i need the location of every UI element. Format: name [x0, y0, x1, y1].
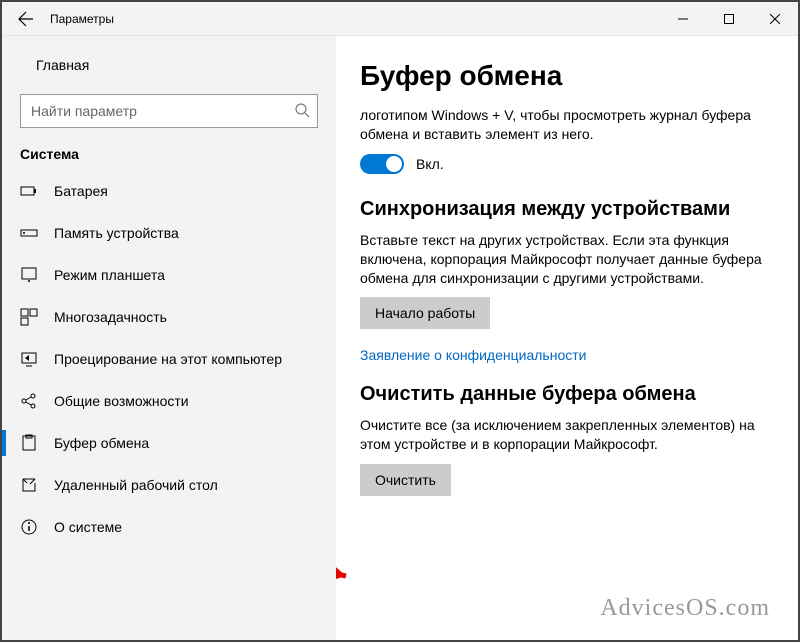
sidebar-item-label: Общие возможности — [54, 393, 189, 409]
battery-icon — [20, 182, 38, 200]
sync-description: Вставьте текст на других устройствах. Ес… — [360, 231, 770, 288]
sidebar-item-label: Удаленный рабочий стол — [54, 477, 218, 493]
home-label: Главная — [36, 57, 89, 73]
sidebar-item-tablet[interactable]: Режим планшета — [2, 254, 336, 296]
minimize-icon — [678, 14, 688, 24]
maximize-button[interactable] — [706, 2, 752, 36]
sidebar-item-about[interactable]: О системе — [2, 506, 336, 548]
arrow-left-icon — [18, 11, 34, 27]
window-title: Параметры — [50, 12, 114, 26]
multitask-icon — [20, 308, 38, 326]
shared-icon — [20, 392, 38, 410]
sidebar-item-label: Многозадачность — [54, 309, 167, 325]
tablet-icon — [20, 266, 38, 284]
watermark: AdvicesOS.com — [600, 595, 770, 622]
home-nav[interactable]: Главная — [2, 46, 336, 84]
sidebar-item-label: Режим планшета — [54, 267, 165, 283]
close-icon — [770, 14, 780, 24]
back-button[interactable] — [2, 2, 50, 36]
sidebar-item-label: О системе — [54, 519, 122, 535]
clear-button[interactable]: Очистить — [360, 464, 451, 496]
sidebar-item-label: Память устройства — [54, 225, 179, 241]
privacy-link[interactable]: Заявление о конфиденциальности — [360, 347, 774, 363]
toggle-label: Вкл. — [416, 156, 444, 172]
sidebar: Главная Система Батарея Память устройств… — [2, 36, 336, 640]
search-icon — [294, 102, 310, 123]
maximize-icon — [724, 14, 734, 24]
sidebar-item-storage[interactable]: Память устройства — [2, 212, 336, 254]
sidebar-item-label: Буфер обмена — [54, 435, 149, 451]
sidebar-item-projecting[interactable]: Проецирование на этот компьютер — [2, 338, 336, 380]
sidebar-item-label: Батарея — [54, 183, 108, 199]
clear-description: Очистите все (за исключением закрепленны… — [360, 416, 770, 454]
clipboard-icon — [20, 434, 38, 452]
sync-start-button[interactable]: Начало работы — [360, 297, 490, 329]
search-input[interactable] — [20, 94, 318, 128]
sidebar-item-multitask[interactable]: Многозадачность — [2, 296, 336, 338]
minimize-button[interactable] — [660, 2, 706, 36]
storage-icon — [20, 224, 38, 242]
category-heading: Система — [2, 146, 336, 170]
sidebar-item-battery[interactable]: Батарея — [2, 170, 336, 212]
sidebar-item-label: Проецирование на этот компьютер — [54, 351, 282, 367]
content-pane: Буфер обмена логотипом Windows + V, чтоб… — [336, 36, 798, 640]
page-title: Буфер обмена — [360, 60, 774, 92]
clear-heading: Очистить данные буфера обмена — [360, 383, 774, 406]
info-icon — [20, 518, 38, 536]
history-toggle[interactable] — [360, 154, 404, 174]
sidebar-item-remote[interactable]: Удаленный рабочий стол — [2, 464, 336, 506]
sidebar-item-clipboard[interactable]: Буфер обмена — [2, 422, 336, 464]
close-button[interactable] — [752, 2, 798, 36]
project-icon — [20, 350, 38, 368]
history-description: логотипом Windows + V, чтобы просмотреть… — [360, 106, 770, 144]
remote-icon — [20, 476, 38, 494]
sidebar-item-shared[interactable]: Общие возможности — [2, 380, 336, 422]
sync-heading: Синхронизация между устройствами — [360, 198, 774, 221]
